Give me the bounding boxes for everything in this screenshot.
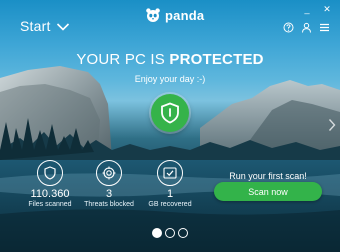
panda-logo: panda (145, 7, 204, 23)
toolbar-icons (276, 21, 330, 33)
close-button[interactable]: ✕ (320, 4, 334, 14)
panda-dashboard-window: Start panda _ ✕ YOUR PC IS PROTECTED Enj… (0, 0, 340, 252)
help-icon[interactable] (282, 21, 294, 33)
target-icon (96, 160, 122, 186)
status-state: PROTECTED (169, 51, 264, 68)
shield-icon (37, 160, 63, 186)
window-controls: _ ✕ (294, 4, 334, 14)
stat-label: GB recovered (148, 201, 192, 208)
pager-dot[interactable] (165, 228, 175, 238)
shield-icon (161, 102, 179, 124)
stat-value: 110.360 (30, 188, 70, 200)
pager-dot[interactable] (152, 228, 162, 238)
stat-label: Files scanned (28, 201, 72, 208)
pager-dot[interactable] (178, 228, 188, 238)
top-bar: Start panda _ ✕ (0, 0, 340, 40)
stat-value: 3 (105, 188, 113, 200)
panda-head-icon (146, 8, 160, 22)
menu-icon[interactable] (318, 21, 330, 33)
next-slide-arrow-icon[interactable] (328, 118, 336, 132)
start-menu-dropdown[interactable]: Start (20, 18, 70, 34)
stat-files-scanned: 110.360 Files scanned (20, 160, 80, 209)
protection-status-title: YOUR PC IS PROTECTED (0, 51, 340, 68)
account-icon[interactable] (300, 21, 312, 33)
scan-now-button[interactable]: Scan now (214, 182, 322, 201)
status-title-prefix: YOUR PC IS (76, 51, 170, 68)
stat-gb-recovered: 1 GB recovered (140, 160, 200, 209)
start-menu-label: Start (20, 18, 51, 34)
stat-label: Threats blocked (84, 201, 134, 208)
stat-threats-blocked: 3 Threats blocked (79, 160, 139, 209)
slide-pager (152, 228, 191, 238)
first-scan-prompt: Run your first scan! (229, 171, 307, 181)
chevron-down-icon (56, 22, 69, 31)
brand-name: panda (165, 7, 205, 23)
protection-shield-button[interactable] (151, 94, 189, 132)
checkmark-icon (157, 160, 183, 186)
status-subtitle: Enjoy your day :-) (134, 74, 206, 84)
stat-value: 1 (166, 188, 174, 200)
minimize-button[interactable]: _ (300, 4, 314, 14)
